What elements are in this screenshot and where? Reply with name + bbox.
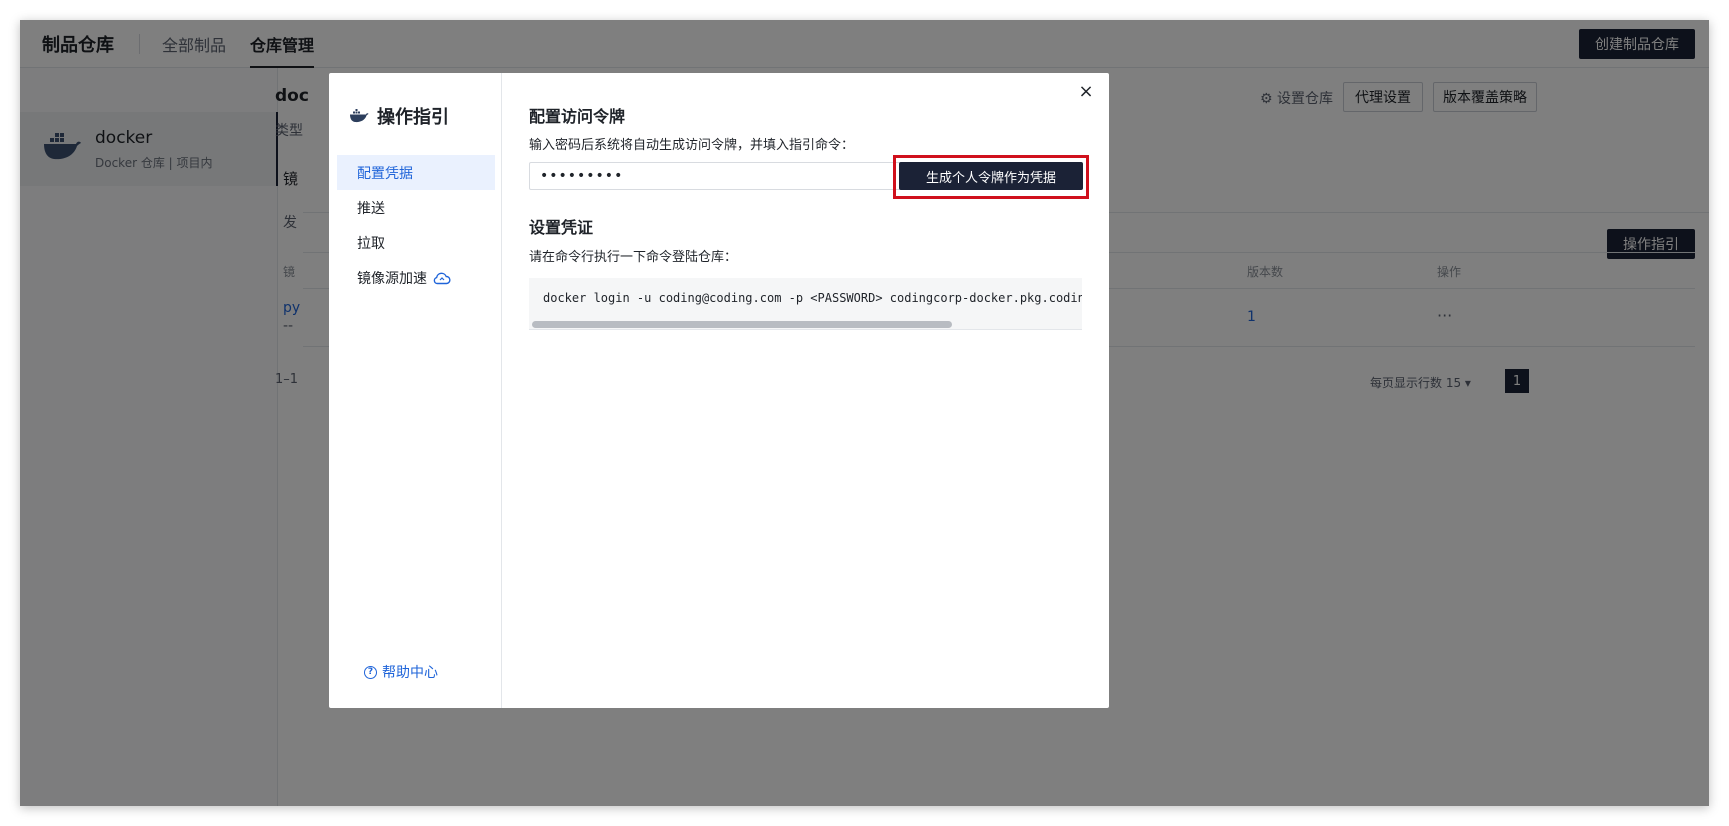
generate-token-button[interactable]: 生成个人令牌作为凭据 [899, 162, 1083, 190]
mirror-accel-label: 镜像源加速 [357, 270, 427, 287]
help-circle-icon: ? [364, 665, 377, 679]
password-input[interactable]: ••••••••• [529, 162, 909, 190]
section-credential-desc: 请在命令行执行一下命令登陆仓库： [529, 250, 738, 265]
section-token-desc: 输入密码后系统将自动生成访问令牌，并填入指引命令： [529, 138, 855, 153]
guide-modal: 操作指引 配置凭据 推送 拉取 镜像源加速 ? 帮助中心 × 配置访问令牌 输入… [329, 73, 1109, 708]
app-window: 制品仓库 全部制品 仓库管理 创建制品仓库 docker Docker 仓库 |… [20, 20, 1709, 806]
modal-title-text: 操作指引 [377, 107, 449, 128]
close-icon[interactable]: × [1077, 83, 1095, 101]
login-command: docker login -u coding@coding.com -p <PA… [543, 291, 1082, 305]
help-center-label: 帮助中心 [382, 665, 438, 681]
modal-nav-mirror-accel[interactable]: 镜像源加速 [337, 260, 495, 295]
modal-nav-credentials[interactable]: 配置凭据 [337, 155, 495, 190]
command-code-block[interactable]: docker login -u coding@coding.com -p <PA… [529, 278, 1082, 330]
modal-nav-pull[interactable]: 拉取 [337, 225, 495, 260]
modal-title: 操作指引 [349, 103, 449, 129]
horizontal-scrollbar[interactable] [532, 321, 952, 328]
docker-whale-icon [350, 109, 369, 123]
cloud-icon [433, 272, 451, 284]
section-token-title: 配置访问令牌 [529, 107, 626, 126]
modal-nav-panel: 操作指引 配置凭据 推送 拉取 镜像源加速 ? 帮助中心 [329, 73, 502, 708]
section-credential-title: 设置凭证 [529, 218, 594, 237]
help-center-link[interactable]: ? 帮助中心 [364, 662, 438, 682]
modal-nav-push[interactable]: 推送 [337, 190, 495, 225]
